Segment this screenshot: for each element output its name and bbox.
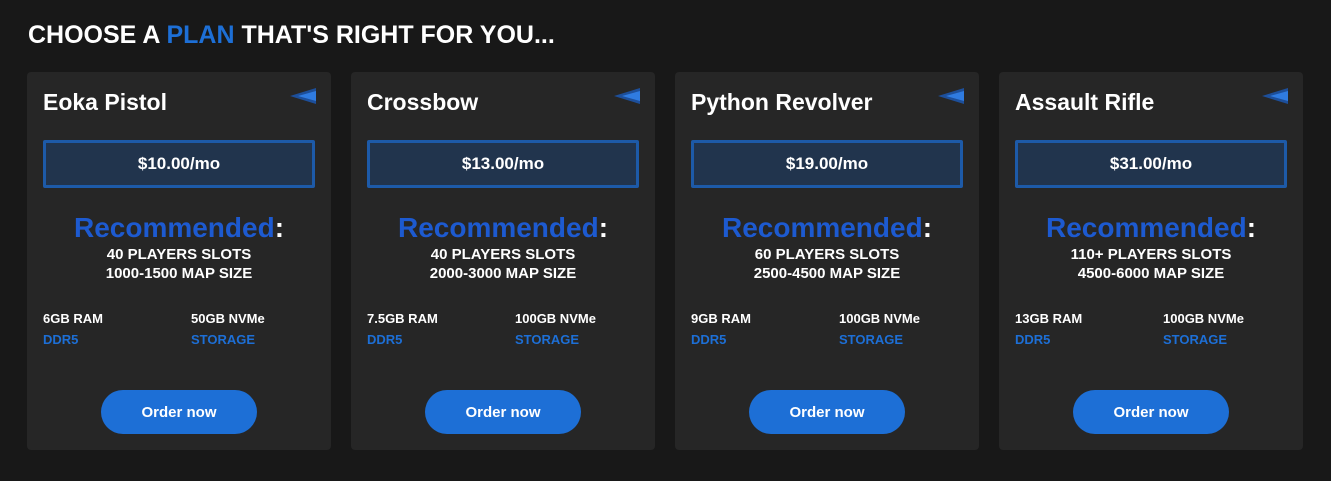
recommended-heading: Recommended: [351, 212, 655, 244]
plan-price: $10.00/mo [137, 154, 221, 173]
plan-price: $31.00/mo [1109, 154, 1193, 173]
recommended-colon: : [922, 212, 933, 243]
plan-price: $19.00/mo [785, 154, 869, 173]
plan-name: Assault Rifle [1015, 89, 1155, 115]
page-title: CHOOSE A PLAN THAT'S RIGHT FOR YOU... [28, 20, 555, 50]
recommended-heading: Recommended: [999, 212, 1303, 244]
plan-card: Python Revolver $19.00/mo Recommended: 6… [675, 72, 979, 450]
order-now-button[interactable]: Order now [1073, 390, 1229, 434]
recommended-colon: : [598, 212, 609, 243]
order-now-button[interactable]: Order now [749, 390, 905, 434]
map-size: 1000-1500 MAP SIZE [105, 265, 253, 282]
plan-name: Eoka Pistol [43, 89, 167, 115]
storage-type: STORAGE [191, 332, 256, 347]
price-box: $13.00/mo [367, 140, 639, 188]
ram-feature: 7.5GB RAM DDR5 [367, 310, 438, 348]
plan-name: Crossbow [367, 89, 479, 115]
price-box: $31.00/mo [1015, 140, 1287, 188]
ram-value: 13GB RAM [1015, 311, 1083, 326]
player-slots: 110+ PLAYERS SLOTS [1070, 246, 1232, 263]
recommended-colon: : [1246, 212, 1257, 243]
storage-feature: 100GB NVMe STORAGE [839, 310, 920, 348]
player-slots: 40 PLAYERS SLOTS [106, 246, 252, 263]
ram-feature: 6GB RAM DDR5 [43, 310, 103, 348]
plan-cards: Eoka Pistol $10.00/mo Recommended: 40 PL… [27, 72, 1303, 450]
recommended-label: Recommended [1045, 212, 1247, 243]
player-slots: 40 PLAYERS SLOTS [430, 246, 576, 263]
ram-type: DDR5 [367, 332, 403, 347]
plan-card: Assault Rifle $31.00/mo Recommended: 110… [999, 72, 1303, 450]
flag-icon [614, 88, 640, 104]
storage-value: 100GB NVMe [839, 311, 920, 326]
storage-feature: 50GB NVMe STORAGE [191, 310, 265, 348]
storage-type: STORAGE [839, 332, 904, 347]
plan-card: Crossbow $13.00/mo Recommended: 40 PLAYE… [351, 72, 655, 450]
recommended-heading: Recommended: [27, 212, 331, 244]
order-now-button[interactable]: Order now [101, 390, 257, 434]
map-size: 2000-3000 MAP SIZE [429, 265, 577, 282]
price-box: $19.00/mo [691, 140, 963, 188]
ram-feature: 13GB RAM DDR5 [1015, 310, 1082, 348]
ram-type: DDR5 [1015, 332, 1051, 347]
storage-type: STORAGE [1163, 332, 1228, 347]
ram-type: DDR5 [691, 332, 727, 347]
flag-icon [290, 88, 316, 104]
storage-feature: 100GB NVMe STORAGE [515, 310, 596, 348]
recommended-label: Recommended [721, 212, 923, 243]
heading-prefix: CHOOSE A [28, 21, 167, 49]
ram-feature: 9GB RAM DDR5 [691, 310, 751, 348]
ram-value: 7.5GB RAM [367, 311, 438, 326]
recommended-label: Recommended [397, 212, 599, 243]
order-now-button[interactable]: Order now [425, 390, 581, 434]
plan-card: Eoka Pistol $10.00/mo Recommended: 40 PL… [27, 72, 331, 450]
map-size: 2500-4500 MAP SIZE [753, 265, 901, 282]
plan-price: $13.00/mo [461, 154, 545, 173]
heading-accent: PLAN [166, 21, 235, 49]
player-slots: 60 PLAYERS SLOTS [754, 246, 900, 263]
recommended-colon: : [274, 212, 285, 243]
storage-value: 100GB NVMe [515, 311, 596, 326]
plan-name: Python Revolver [691, 89, 873, 115]
recommended-heading: Recommended: [675, 212, 979, 244]
storage-value: 100GB NVMe [1163, 311, 1244, 326]
ram-value: 6GB RAM [43, 311, 103, 326]
flag-icon [1262, 88, 1288, 104]
flag-icon [938, 88, 964, 104]
heading-suffix: THAT'S RIGHT FOR YOU... [234, 21, 555, 49]
ram-type: DDR5 [43, 332, 79, 347]
recommended-label: Recommended [73, 212, 275, 243]
ram-value: 9GB RAM [691, 311, 751, 326]
storage-value: 50GB NVMe [191, 311, 265, 326]
storage-feature: 100GB NVMe STORAGE [1163, 310, 1244, 348]
price-box: $10.00/mo [43, 140, 315, 188]
storage-type: STORAGE [515, 332, 580, 347]
map-size: 4500-6000 MAP SIZE [1077, 265, 1225, 282]
